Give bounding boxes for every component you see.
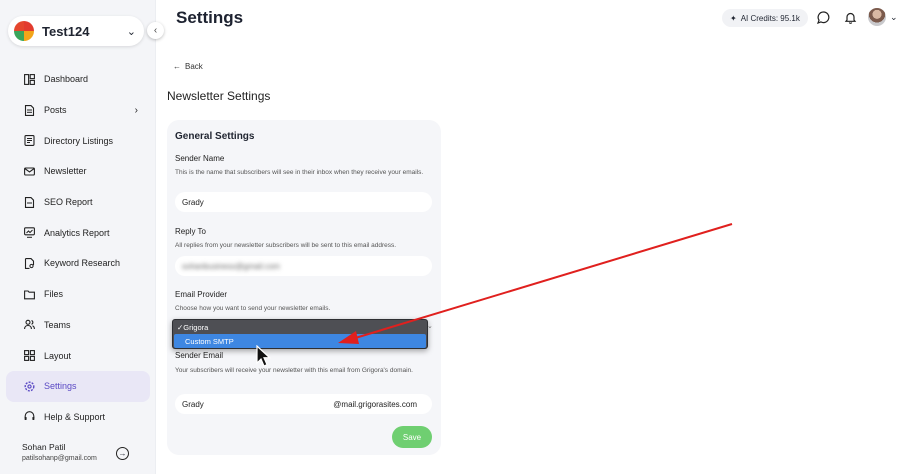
bell-icon[interactable] <box>843 10 857 24</box>
sidebar-item-layout[interactable]: Layout <box>6 340 150 371</box>
sidebar-nav: Dashboard Posts › Directory Listings New… <box>6 64 150 432</box>
collapse-sidebar-button[interactable]: ‹ <box>147 22 164 39</box>
sender-email-domain: @mail.grigorasites.com <box>333 399 417 409</box>
teams-icon <box>24 319 35 330</box>
save-button[interactable]: Save <box>392 426 432 448</box>
sender-name-hint: This is the name that subscribers will s… <box>175 169 424 176</box>
sidebar-item-teams[interactable]: Teams <box>6 310 150 341</box>
keyword-icon <box>24 258 35 269</box>
reply-to-hint: All replies from your newsletter subscri… <box>175 242 397 249</box>
email-provider-hint: Choose how you want to send your newslet… <box>175 305 331 312</box>
help-icon <box>24 411 35 422</box>
card-title: General Settings <box>175 131 255 142</box>
chevron-right-icon: › <box>134 104 138 116</box>
directory-icon <box>24 135 35 147</box>
workspace-logo <box>14 21 34 41</box>
sender-email-label: Sender Email <box>175 351 224 360</box>
sender-email-field[interactable]: Grady @mail.grigorasites.com <box>175 394 432 414</box>
sidebar-item-label: Posts <box>44 105 67 116</box>
option-label: Grigora <box>183 322 209 332</box>
sender-email-hint: Your subscribers will receive your newsl… <box>175 367 413 374</box>
sender-name-field[interactable]: Grady <box>175 192 432 212</box>
sidebar: Test124 ⌄ Dashboard Posts › Directory Li… <box>0 0 156 474</box>
sidebar-item-help-support[interactable]: Help & Support <box>6 402 150 433</box>
sidebar-item-label: Layout <box>44 350 72 361</box>
sidebar-item-files[interactable]: Files <box>6 279 150 310</box>
sidebar-item-label: Teams <box>44 319 71 330</box>
user-email: patilsohanp@gmail.com <box>22 455 97 462</box>
reply-to-label: Reply To <box>175 227 206 236</box>
back-link[interactable]: ← Back <box>173 62 203 71</box>
mail-icon <box>24 166 35 177</box>
sidebar-item-newsletter[interactable]: Newsletter <box>6 156 150 187</box>
sidebar-item-settings[interactable]: Settings <box>6 370 150 402</box>
analytics-icon <box>24 227 35 239</box>
logout-icon[interactable]: → <box>116 447 129 460</box>
dropdown-option-custom-smtp[interactable]: Custom SMTP <box>174 334 426 348</box>
dropdown-option-grigora[interactable]: ✓ Grigora <box>173 320 427 334</box>
user-name: Sohan Patil <box>22 442 66 452</box>
avatar[interactable] <box>868 8 886 26</box>
sidebar-item-keyword-research[interactable]: Keyword Research <box>6 248 150 279</box>
sender-name-label: Sender Name <box>175 154 225 163</box>
sparkle-icon: ✦ <box>730 13 737 23</box>
sidebar-item-label: Directory Listings <box>44 135 114 146</box>
sidebar-item-posts[interactable]: Posts › <box>6 95 150 126</box>
sidebar-item-label: Analytics Report <box>44 227 110 238</box>
sender-email-value: Grady <box>182 399 204 409</box>
layout-icon <box>24 350 35 361</box>
posts-icon <box>24 104 35 116</box>
option-label: Custom SMTP <box>185 336 234 346</box>
sidebar-item-label: Settings <box>44 381 77 392</box>
sidebar-item-label: Dashboard <box>44 74 89 85</box>
general-settings-card: General Settings Sender Name This is the… <box>167 120 441 455</box>
page-title: Settings <box>176 8 244 27</box>
folder-icon <box>24 289 35 300</box>
sidebar-item-label: SEO Report <box>44 197 93 208</box>
workspace-switcher[interactable]: Test124 ⌄ <box>8 16 144 46</box>
sender-name-value: Grady <box>182 197 204 207</box>
ai-credits-label: AI Credits: 95.1k <box>740 13 800 23</box>
sidebar-item-label: Help & Support <box>44 411 106 422</box>
chat-icon[interactable] <box>816 10 830 24</box>
seo-icon <box>24 196 35 208</box>
dashboard-icon <box>24 73 35 85</box>
section-title: Newsletter Settings <box>167 89 271 103</box>
sidebar-item-label: Newsletter <box>44 166 87 177</box>
reply-to-field[interactable]: sohanbusiness@gmail.com <box>175 256 432 276</box>
email-provider-dropdown[interactable]: ✓ Grigora Custom SMTP <box>172 319 428 349</box>
chevron-down-icon[interactable]: ⌄ <box>890 12 898 23</box>
sidebar-item-directory-listings[interactable]: Directory Listings <box>6 125 150 156</box>
settings-icon <box>24 381 35 392</box>
mouse-cursor-icon <box>256 345 272 367</box>
sidebar-item-label: Keyword Research <box>44 258 121 269</box>
sidebar-item-analytics-report[interactable]: Analytics Report <box>6 217 150 248</box>
chevron-down-icon: ⌄ <box>126 25 136 38</box>
sidebar-item-seo-report[interactable]: SEO Report <box>6 187 150 218</box>
arrow-left-icon: ← <box>173 62 181 71</box>
sidebar-item-dashboard[interactable]: Dashboard <box>6 64 150 95</box>
ai-credits-badge[interactable]: ✦ AI Credits: 95.1k <box>722 9 808 27</box>
workspace-name: Test124 <box>42 23 90 39</box>
back-label: Back <box>185 62 203 71</box>
user-profile: Sohan Patil patilsohanp@gmail.com <box>22 442 97 462</box>
email-provider-label: Email Provider <box>175 290 228 299</box>
reply-to-value: sohanbusiness@gmail.com <box>182 261 280 271</box>
sidebar-item-label: Files <box>44 289 64 300</box>
